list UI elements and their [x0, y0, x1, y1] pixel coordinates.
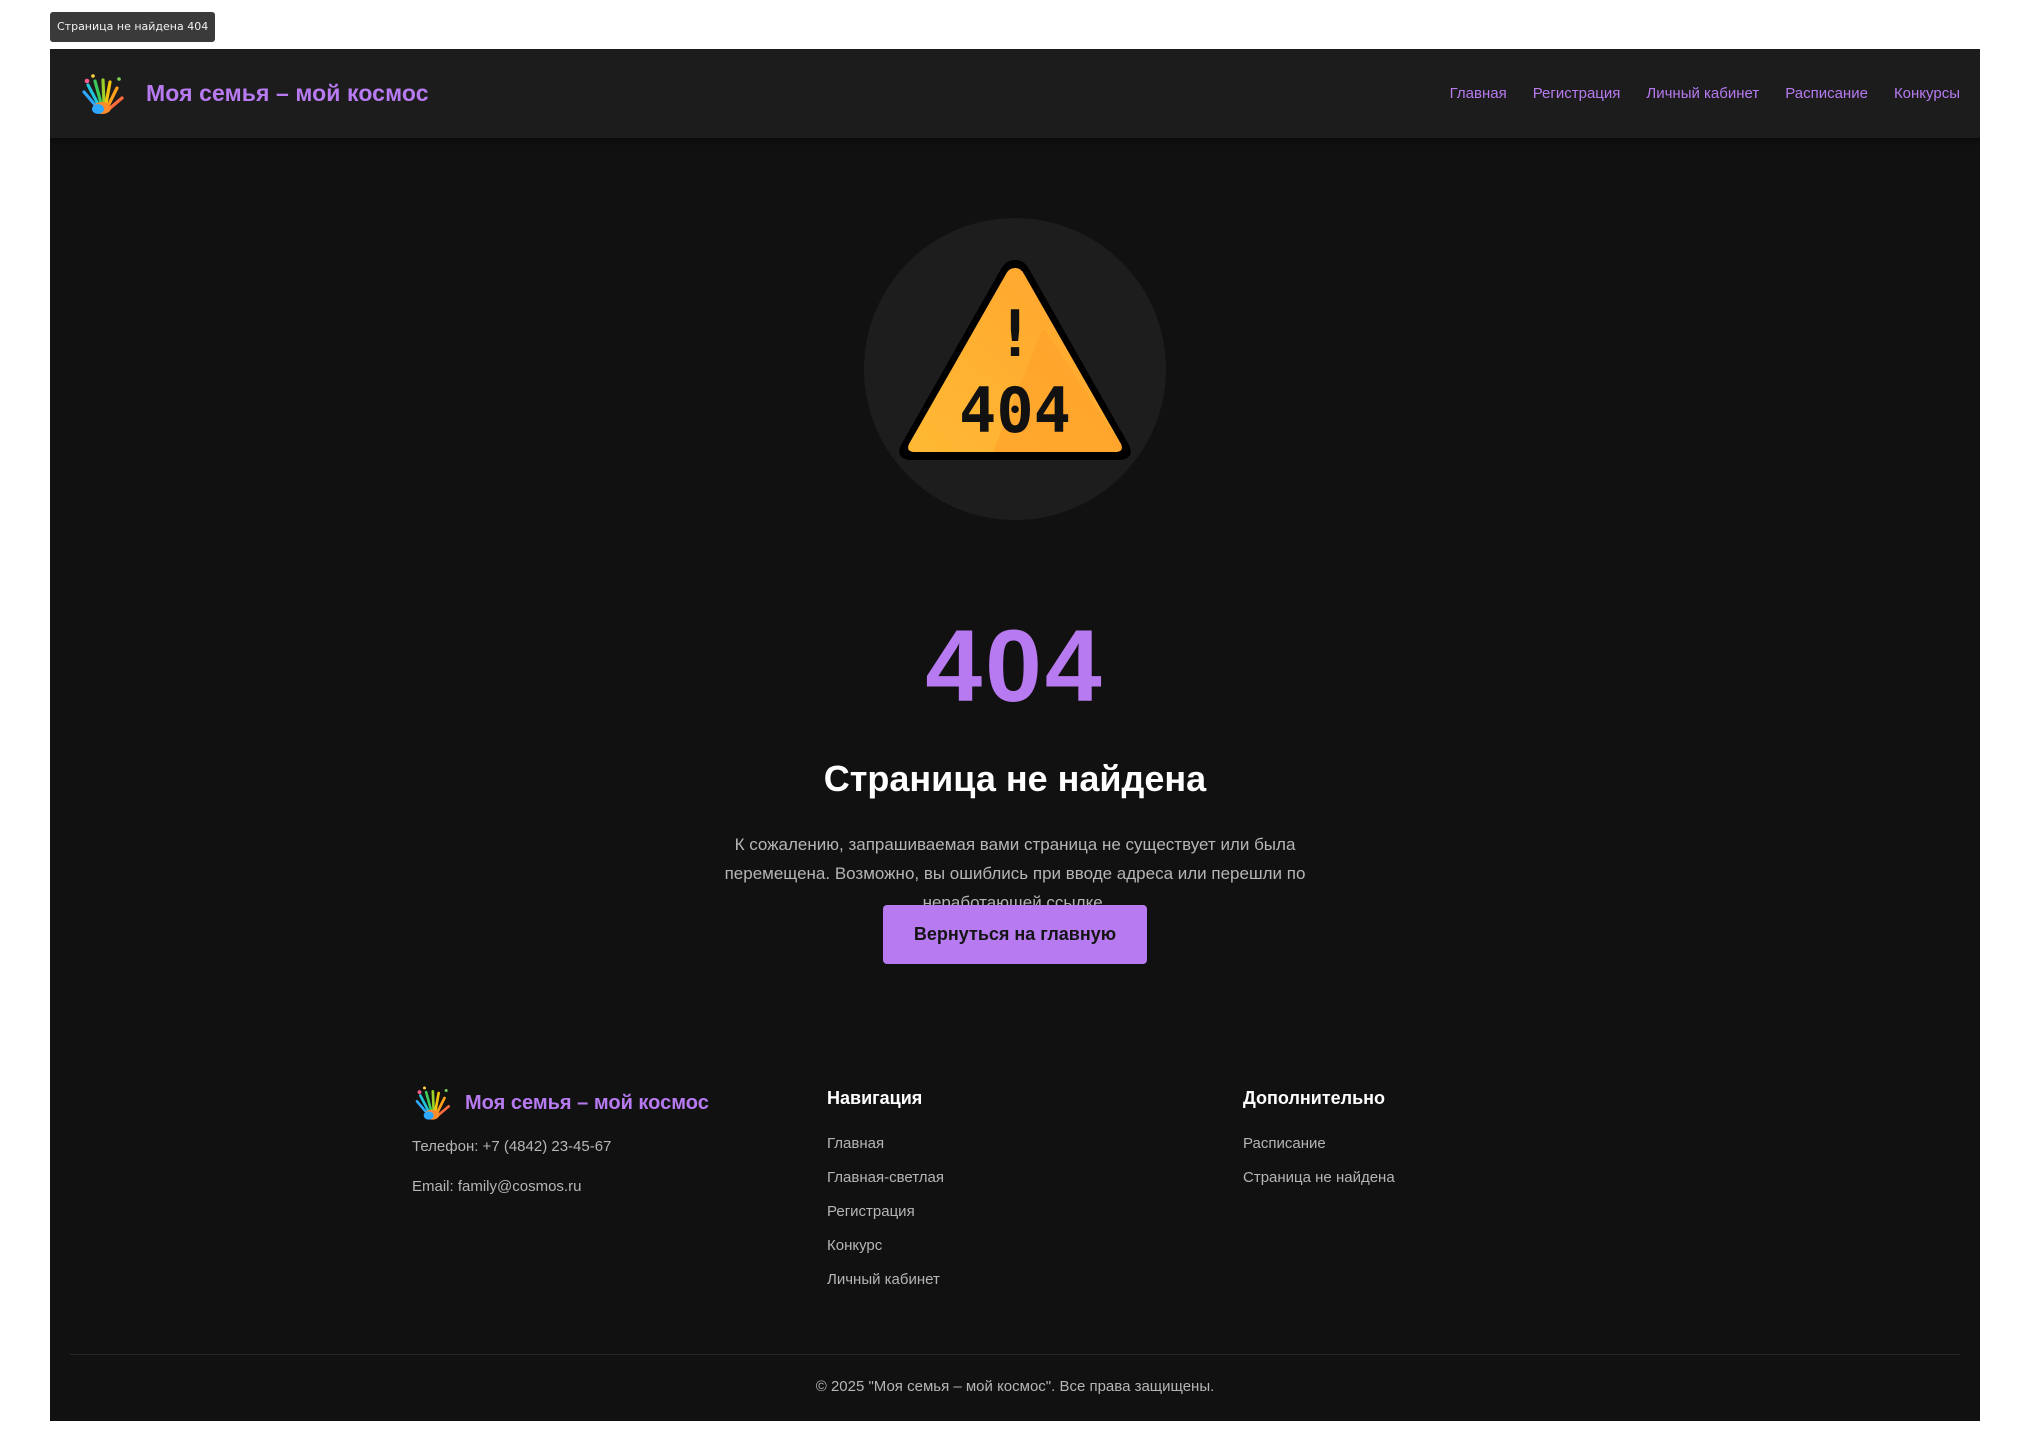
warning-mark: !	[996, 298, 1035, 372]
back-home-button[interactable]: Вернуться на главную	[883, 905, 1147, 964]
footer-brand-column: Моя семья – мой космос Телефон: +7 (4842…	[412, 1083, 792, 1195]
footer-link-registration[interactable]: Регистрация	[827, 1203, 1207, 1220]
footer-brand-title: Моя семья – мой космос	[465, 1091, 709, 1114]
page-title-tooltip: Страница не найдена 404	[50, 12, 216, 42]
nav-link-registration[interactable]: Регистрация	[1533, 85, 1621, 102]
error-code: 404	[925, 609, 1105, 723]
footer-link-home-light[interactable]: Главная-светлая	[827, 1169, 1207, 1186]
footer-link-contest[interactable]: Конкурс	[827, 1237, 1207, 1254]
nav-link-account[interactable]: Личный кабинет	[1646, 85, 1759, 102]
footer-nav-title: Навигация	[827, 1088, 923, 1108]
footer-link-not-found[interactable]: Страница не найдена	[1243, 1169, 1623, 1186]
nav-link-home[interactable]: Главная	[1450, 85, 1507, 102]
footer-link-home[interactable]: Главная	[827, 1135, 1207, 1152]
footer-phone: Телефон: +7 (4842) 23-45-67	[412, 1138, 612, 1155]
footer-extra-column: Дополнительно Расписание Страница не най…	[1243, 1083, 1623, 1186]
brand[interactable]: Моя семья – мой космос	[78, 70, 429, 118]
error-description: К сожалению, запрашиваемая вами страница…	[724, 835, 1306, 912]
footer-divider	[70, 1354, 1960, 1355]
footer-brand[interactable]: Моя семья – мой космос	[412, 1083, 792, 1123]
nav-link-schedule[interactable]: Расписание	[1785, 85, 1868, 102]
hands-logo-icon	[82, 73, 124, 114]
error-title: Страница не найдена	[823, 758, 1207, 799]
site-header: Моя семья – мой космос Главная Регистрац…	[50, 49, 1980, 138]
main-nav: Главная Регистрация Личный кабинет Распи…	[1450, 85, 1960, 102]
copyright-text: © 2025 "Моя семья – мой космос". Все пра…	[815, 1378, 1215, 1395]
footer-link-schedule[interactable]: Расписание	[1243, 1135, 1623, 1152]
hands-logo-icon	[415, 1086, 450, 1120]
warning-code: 404	[959, 374, 1071, 447]
footer-extra-title: Дополнительно	[1243, 1088, 1386, 1108]
nav-link-contests[interactable]: Конкурсы	[1894, 85, 1960, 102]
browser-page: Моя семья – мой космос Главная Регистрац…	[50, 49, 1980, 1421]
footer-link-account[interactable]: Личный кабинет	[827, 1271, 1207, 1288]
footer-nav-column: Навигация Главная Главная-светлая Регист…	[827, 1083, 1207, 1288]
footer-email: Email: family@cosmos.ru	[412, 1178, 582, 1195]
brand-title: Моя семья – мой космос	[146, 80, 429, 106]
warning-404-icon: ! 404	[899, 260, 1131, 460]
